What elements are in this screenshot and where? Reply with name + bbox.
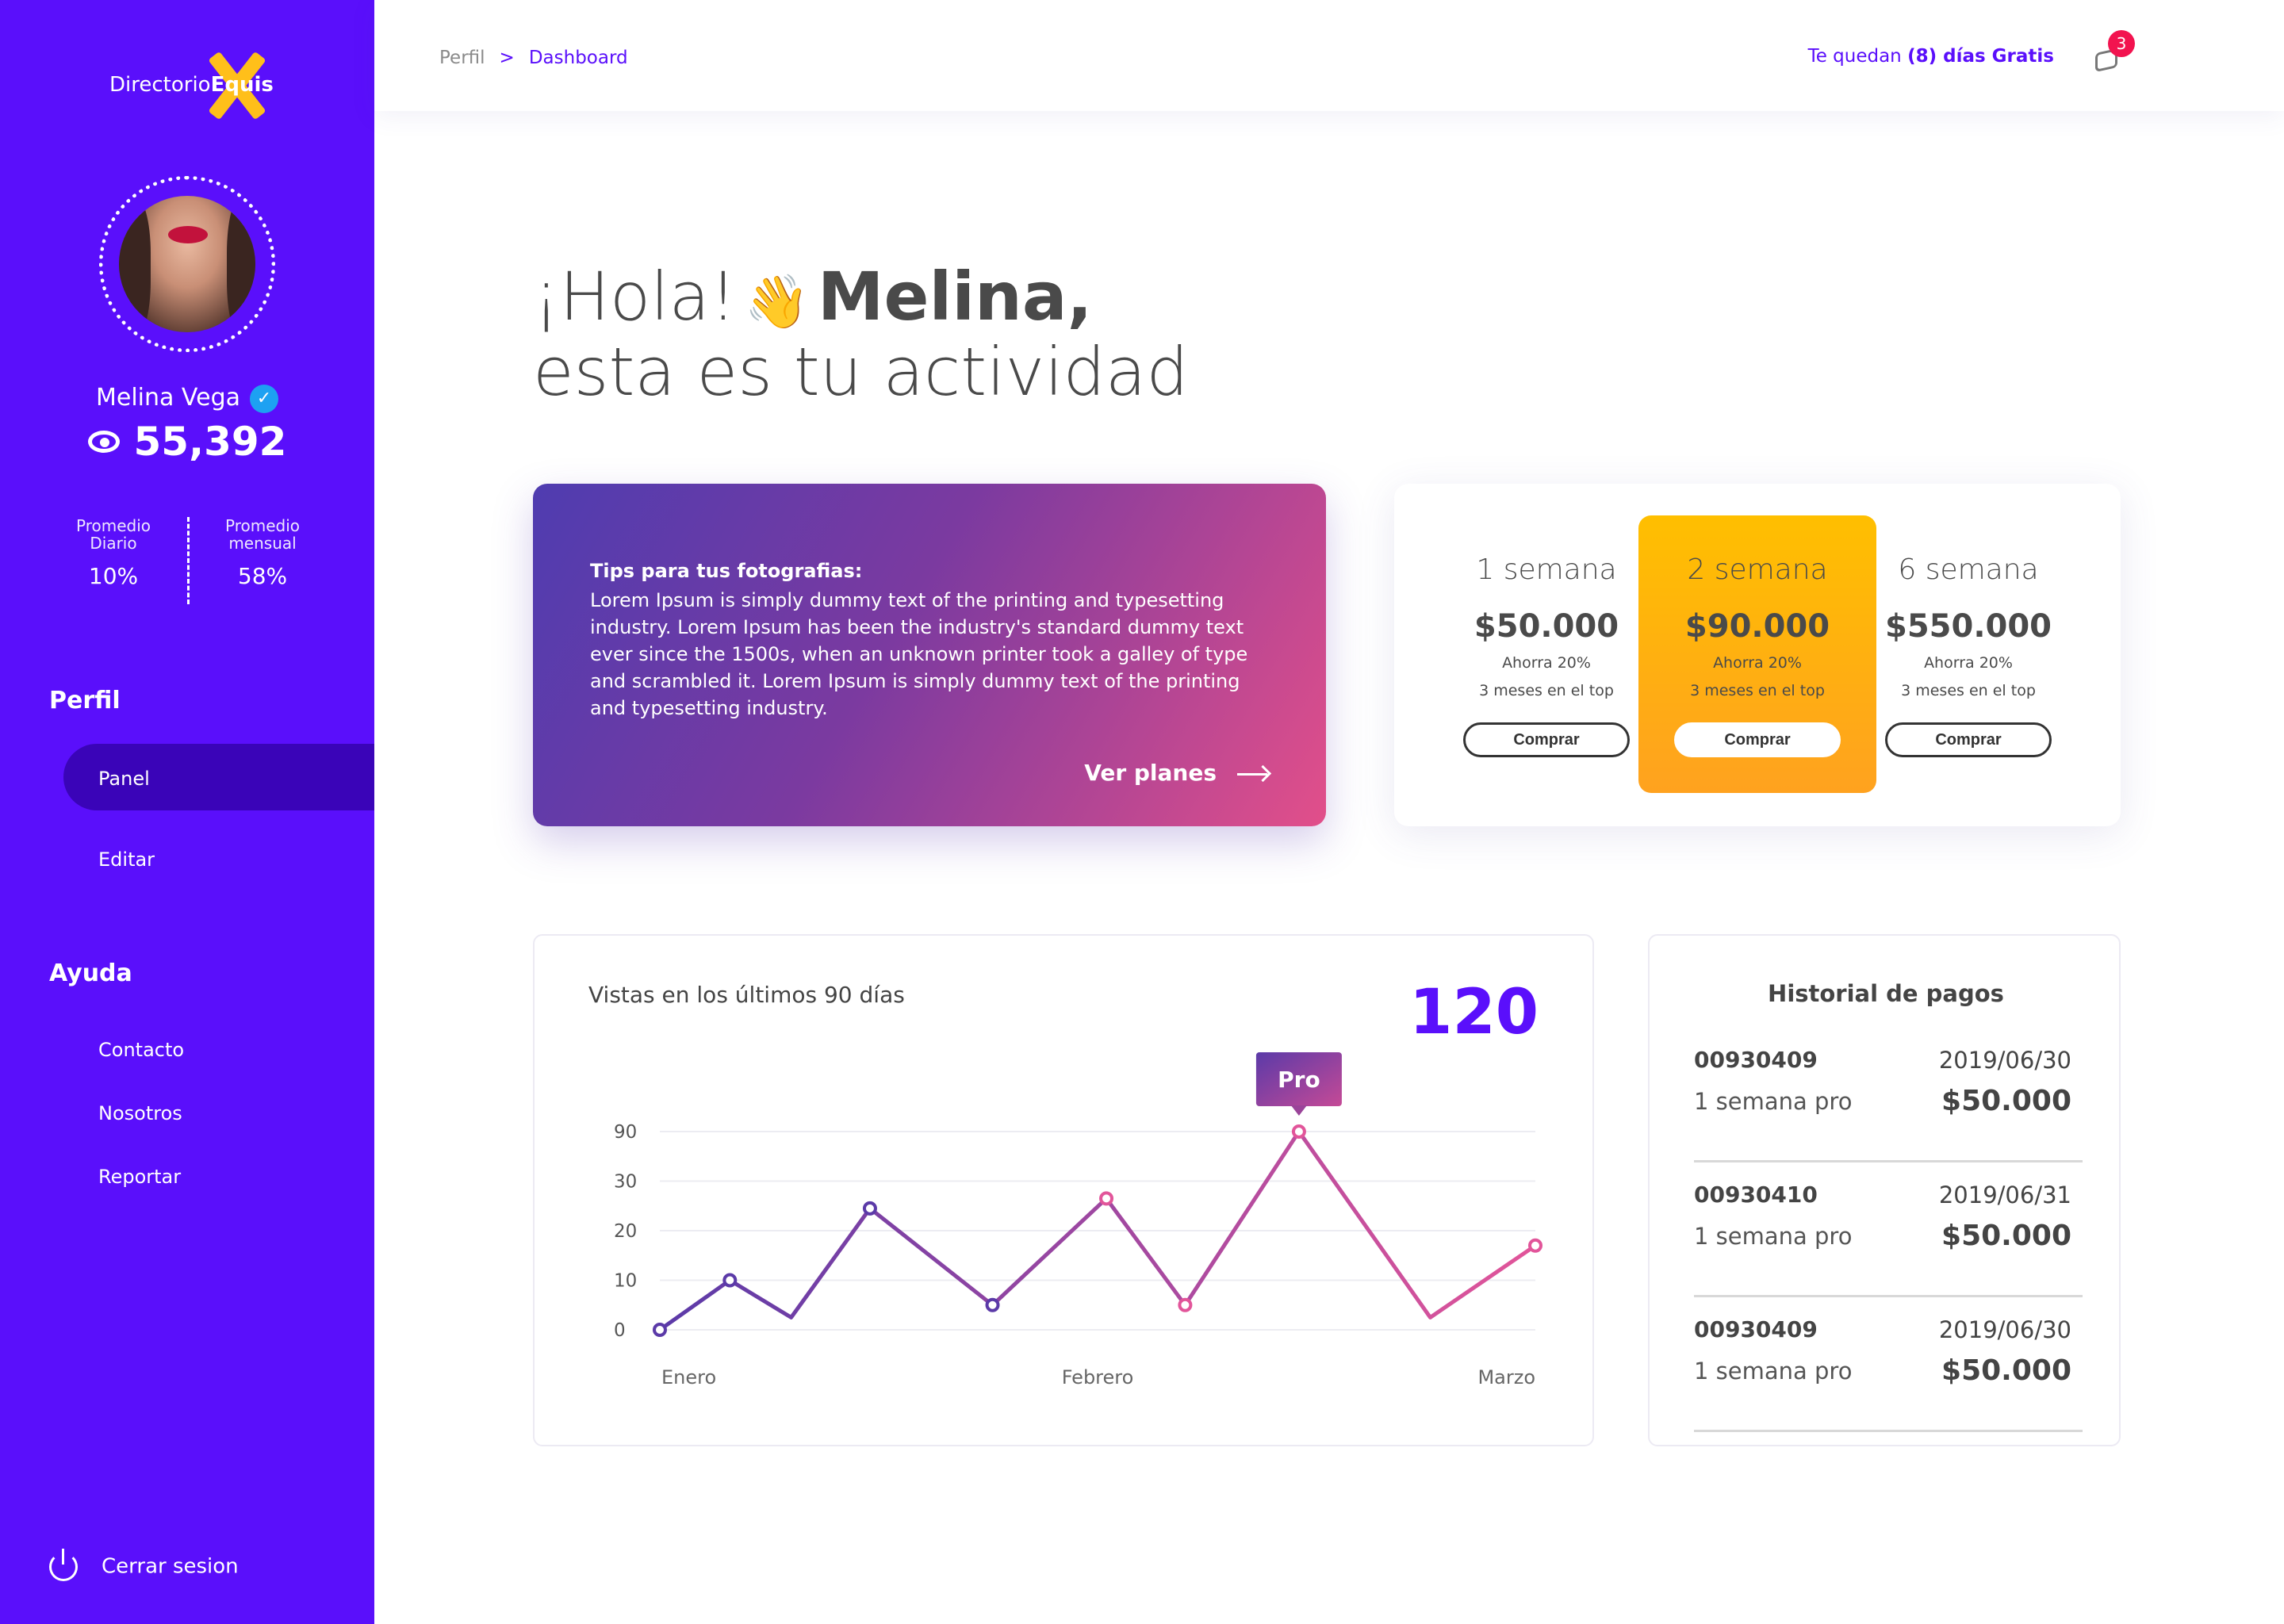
plan-1-semana: 1 semana $50.000 Ahorra 20% 3 meses en e… (1428, 515, 1665, 793)
buy-button[interactable]: Comprar (1674, 722, 1841, 757)
sidebar-item-reportar[interactable]: Reportar (98, 1166, 181, 1188)
greeting: ¡Hola! 👋 Melina, esta es tu actividad (533, 258, 1189, 411)
section-profile: Perfil (49, 687, 121, 714)
logout-button[interactable]: Cerrar sesion (49, 1549, 239, 1581)
stat-daily: Promedio Diario 10% (75, 516, 151, 589)
trial-notice: Te quedan (8) días Gratis (1807, 46, 2054, 67)
breadcrumb-perfil[interactable]: Perfil (439, 48, 485, 68)
sidebar-item-panel[interactable]: Panel (98, 768, 150, 790)
payments-card: Historial de pagos 00930409 2019/06/30 1… (1648, 934, 2121, 1446)
data-point[interactable] (862, 1201, 877, 1216)
breadcrumb: Perfil > Dashboard (439, 48, 628, 68)
avatar-ring (99, 176, 275, 352)
y-tick-label: 10 (614, 1271, 637, 1292)
x-tick-label: Febrero (1062, 1366, 1134, 1388)
verified-icon: ✓ (250, 384, 279, 413)
topbar: Perfil > Dashboard Te quedan (8) días Grat… (374, 0, 2284, 111)
section-help: Ayuda (49, 959, 132, 987)
plan-price: $90.000 (1684, 608, 1830, 645)
eye-icon (87, 430, 120, 453)
views-chart-card: Vistas en los últimos 90 días 120 0 10 20 3… (533, 934, 1594, 1446)
data-point[interactable] (722, 1273, 738, 1288)
sidebar-item-nosotros[interactable]: Nosotros (98, 1102, 182, 1124)
chevron-right-icon: > (499, 48, 515, 68)
payment-row[interactable]: 00930409 2019/06/30 1 semana pro $50.000 (1694, 1297, 2083, 1432)
payment-row[interactable]: 00930410 2019/06/31 1 semana pro $50.000 (1694, 1162, 2083, 1297)
tips-card: Tips para tus fotografias: Lorem Ipsum i… (533, 484, 1326, 826)
data-point[interactable] (1291, 1124, 1306, 1139)
y-tick-label: 30 (614, 1172, 637, 1193)
plan-price: $50.000 (1473, 608, 1619, 645)
sidebar: DirectorioEquis Melina Vega ✓ 55,392 Prom… (0, 0, 374, 1624)
y-tick-label: 90 (614, 1122, 637, 1143)
notification-badge: 3 (2108, 30, 2135, 57)
data-point[interactable] (985, 1297, 1000, 1312)
plans-card: 1 semana $50.000 Ahorra 20% 3 meses en e… (1394, 484, 2121, 826)
tips-title: Tips para tus fotografias: (590, 560, 863, 582)
wave-icon: 👋 (744, 271, 810, 332)
power-icon (49, 1549, 78, 1581)
payment-row[interactable]: 00930409 2019/06/30 1 semana pro $50.000 (1694, 1028, 2083, 1162)
views-line-chart: 0 10 20 30 90 Enero Febrero Marzo Pro (614, 1052, 1542, 1388)
plan-price: $550.000 (1884, 608, 2052, 645)
plan-2-semana: 2 semana $90.000 Ahorra 20% 3 meses en e… (1638, 515, 1876, 793)
avatar[interactable] (119, 196, 255, 332)
user-name: Melina Vega ✓ (0, 384, 374, 413)
payments-title: Historial de pagos (1768, 980, 2004, 1007)
data-point[interactable] (1528, 1238, 1542, 1253)
stat-divider (187, 517, 190, 604)
stat-monthly: Promedio mensual 58% (224, 516, 300, 589)
x-tick-label: Marzo (1477, 1366, 1535, 1388)
plan-6-semana: 6 semana $550.000 Ahorra 20% 3 meses en … (1849, 515, 2087, 793)
data-point[interactable] (653, 1323, 667, 1337)
logo-text: DirectorioEquis (109, 73, 274, 97)
sidebar-item-editar[interactable]: Editar (98, 848, 155, 871)
data-point[interactable] (1178, 1297, 1193, 1312)
tooltip-label: Pro (1278, 1067, 1320, 1093)
tooltip-pointer (1290, 1105, 1307, 1116)
y-tick-label: 20 (614, 1221, 637, 1242)
buy-button[interactable]: Comprar (1885, 722, 2052, 757)
x-tick-label: Enero (661, 1366, 716, 1388)
arrow-right-icon (1237, 772, 1267, 776)
logo[interactable]: DirectorioEquis (108, 48, 290, 124)
data-point[interactable] (1099, 1191, 1114, 1206)
buy-button[interactable]: Comprar (1463, 722, 1630, 757)
breadcrumb-dashboard[interactable]: Dashboard (529, 48, 628, 68)
view-plans-link[interactable]: Ver planes (1084, 760, 1267, 786)
sidebar-item-contacto[interactable]: Contacto (98, 1039, 184, 1061)
view-count: 55,392 (0, 419, 374, 465)
y-tick-label: 0 (614, 1320, 626, 1341)
tips-body: Lorem Ipsum is simply dummy text of the … (590, 589, 1248, 719)
